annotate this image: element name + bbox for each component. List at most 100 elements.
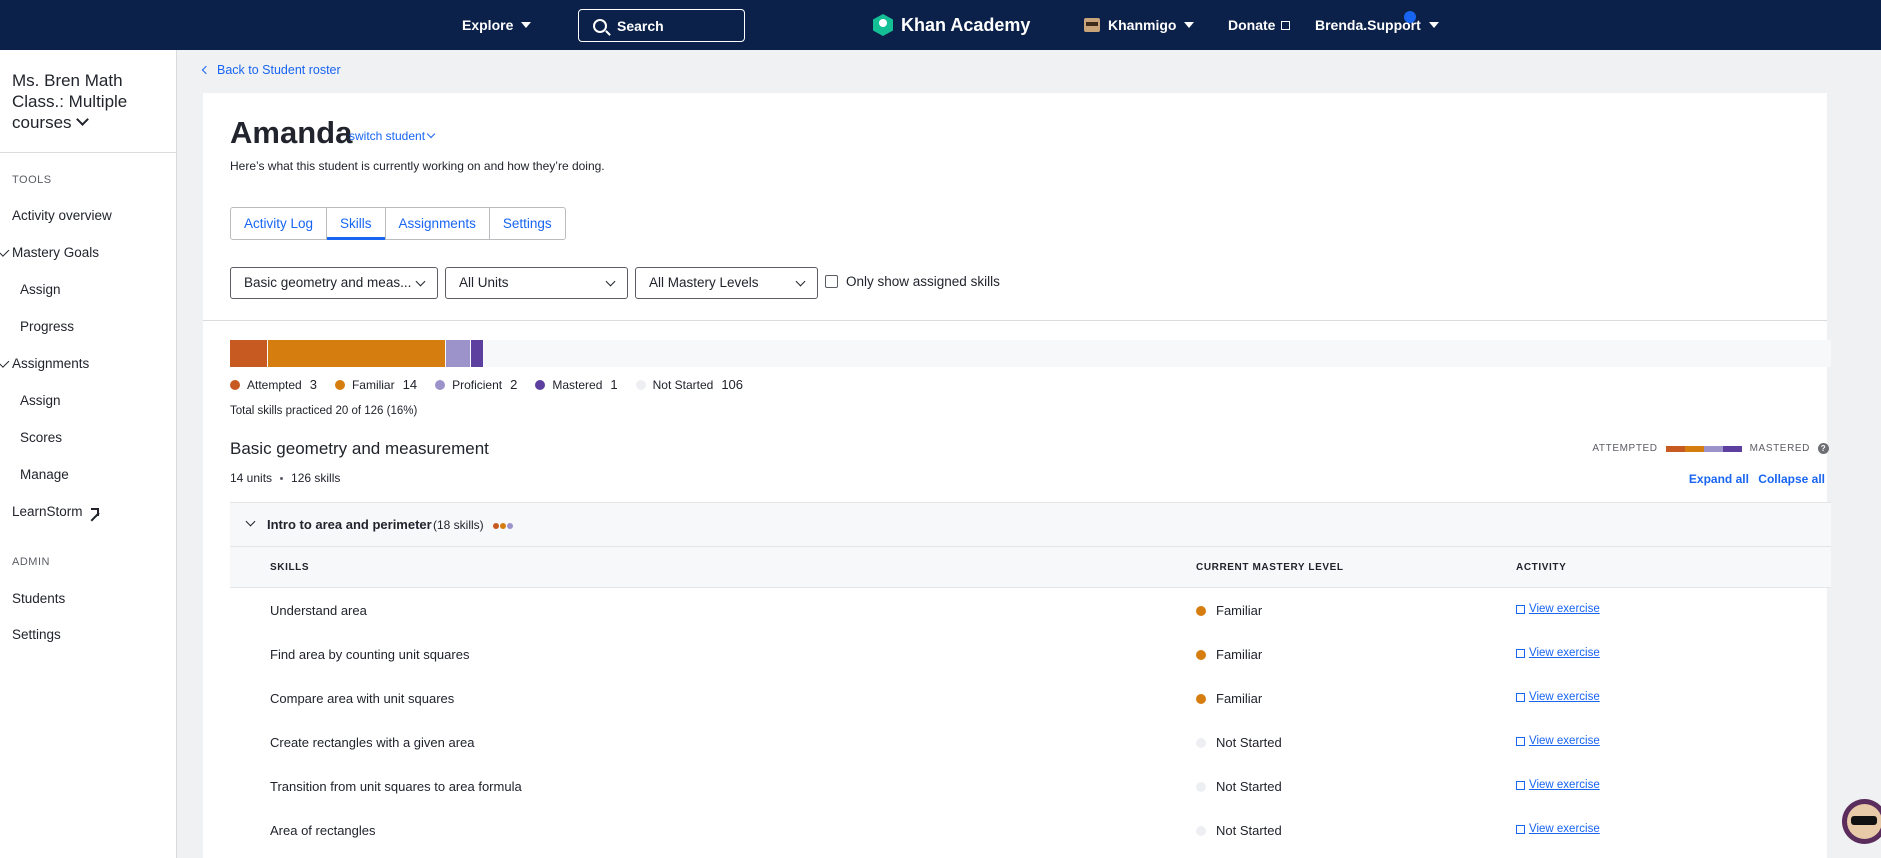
scale-proficient-swatch — [1703, 445, 1723, 452]
units-select[interactable]: All Units — [445, 267, 628, 299]
progress-segment-proficient — [446, 340, 470, 367]
sidebar-divider — [0, 152, 177, 153]
view-exercise-label: View exercise — [1529, 691, 1600, 703]
legend-item-attempted: Attempted 3 — [230, 377, 317, 392]
sidebar-item-mastery-goals[interactable]: Mastery Goals — [12, 245, 99, 260]
check-icon — [0, 246, 10, 257]
skill-name: Find area by counting unit squares — [270, 647, 470, 662]
table-row: Transition from unit squares to area for… — [230, 765, 1831, 809]
donate-link[interactable]: Donate — [1228, 0, 1291, 50]
view-exercise-link[interactable]: View exercise — [1516, 603, 1600, 615]
legend-count: 14 — [402, 377, 418, 392]
mastery-level: Familiar — [1196, 647, 1262, 662]
back-to-roster-link[interactable]: Back to Student roster — [201, 63, 341, 77]
sidebar-item-learnstorm[interactable]: LearnStorm — [12, 504, 99, 519]
sidebar-item-assignments-assign[interactable]: Assign — [20, 393, 61, 408]
unit-header[interactable]: Intro to area and perimeter (18 skills) — [230, 502, 1831, 547]
view-exercise-label: View exercise — [1529, 603, 1600, 615]
help-icon[interactable]: ? — [1818, 443, 1829, 454]
tab-assignments[interactable]: Assignments — [386, 208, 490, 239]
chevron-down-icon — [1184, 22, 1195, 28]
external-link-icon — [1516, 604, 1525, 614]
sidebar-item-assignments[interactable]: Assignments — [12, 356, 89, 371]
check-icon — [0, 357, 10, 368]
course-select[interactable]: Basic geometry and meas... — [230, 267, 438, 299]
logo-text: Khan Academy — [901, 14, 1031, 35]
khanmigo-label: Khanmigo — [1108, 17, 1177, 33]
mastery-level: Not Started — [1196, 823, 1282, 838]
view-exercise-label: View exercise — [1529, 823, 1600, 835]
course-title: Basic geometry and measurement — [230, 439, 489, 458]
top-navigation: Explore Search Khan Academy Khanmigo Don… — [0, 0, 1881, 50]
search-button[interactable]: Search — [578, 9, 745, 42]
mastery-dot — [1196, 825, 1206, 836]
legend-item-not-started: Not Started 106 — [635, 377, 744, 392]
view-exercise-label: View exercise — [1529, 735, 1600, 747]
tab-settings[interactable]: Settings — [490, 208, 565, 239]
khan-academy-logo[interactable]: Khan Academy — [873, 0, 1030, 50]
view-exercise-link[interactable]: View exercise — [1516, 647, 1600, 659]
sidebar-item-scores[interactable]: Scores — [20, 430, 62, 445]
explore-menu[interactable]: Explore — [462, 0, 532, 50]
switch-student-button[interactable]: switch student — [349, 129, 436, 143]
class-switcher[interactable]: Ms. Bren Math Class.: Multiple courses — [12, 70, 162, 133]
chevron-down-icon — [75, 113, 89, 126]
sidebar-item-mastery-progress[interactable]: Progress — [20, 319, 74, 334]
total-skills-practiced: Total skills practiced 20 of 126 (16%) — [230, 405, 418, 417]
unit-skill-count: (18 skills) — [433, 518, 484, 532]
scale-attempted-swatch — [1665, 445, 1685, 452]
mastery-dot — [1196, 781, 1206, 792]
progress-segment-mastered — [471, 340, 483, 367]
table-row: Understand area Familiar View exercise — [230, 589, 1831, 633]
unit-title: Intro to area and perimeter — [267, 517, 432, 532]
assigned-only-checkbox[interactable] — [825, 275, 838, 288]
mastery-dot — [1196, 693, 1206, 704]
sidebar-item-activity-overview[interactable]: Activity overview — [12, 208, 112, 223]
view-exercise-link[interactable]: View exercise — [1516, 823, 1600, 835]
assigned-only-label: Only show assigned skills — [846, 274, 1000, 289]
tab-skills[interactable]: Skills — [327, 208, 386, 240]
tab-activity-log[interactable]: Activity Log — [231, 208, 328, 239]
sidebar-item-manage[interactable]: Manage — [20, 467, 69, 482]
sidebar-item-mastery-assign[interactable]: Assign — [20, 282, 61, 297]
unit-dot-attempted — [493, 523, 499, 529]
units-select-value: All Units — [459, 275, 509, 290]
khanmigo-menu[interactable]: Khanmigo — [1084, 0, 1195, 50]
expand-all-button[interactable]: Expand all — [1689, 472, 1749, 486]
skill-name: Create rectangles with a given area — [270, 735, 475, 750]
view-exercise-link[interactable]: View exercise — [1516, 735, 1600, 747]
external-link-icon — [1516, 824, 1525, 834]
sidebar-item-settings[interactable]: Settings — [12, 627, 61, 642]
switch-student-label: switch student — [349, 129, 426, 143]
student-tabs: Activity Log Skills Assignments Settings — [230, 207, 566, 240]
legend-label: Familiar — [351, 377, 395, 392]
chevron-down-icon — [605, 276, 616, 287]
mastery-legend: Attempted 3 Familiar 14 Proficient 2 Mastered 1… — [230, 377, 761, 392]
unit-dot-proficient — [507, 523, 513, 529]
external-link-icon — [1516, 780, 1525, 790]
legend-item-proficient: Proficient 2 — [435, 377, 517, 392]
legend-count: 106 — [721, 377, 744, 392]
arrow-up-right-icon — [90, 508, 99, 516]
collapse-all-button[interactable]: Collapse all — [1758, 472, 1825, 486]
skill-name: Area of rectangles — [270, 823, 376, 838]
mastery-label: Not Started — [1216, 779, 1282, 794]
course-meta: 14 units 126 skills — [230, 471, 340, 485]
mastery-select[interactable]: All Mastery Levels — [635, 267, 818, 299]
mastery-label: Not Started — [1216, 735, 1282, 750]
mastery-dot — [1196, 649, 1206, 660]
sidebar-item-students[interactable]: Students — [12, 591, 65, 606]
view-exercise-link[interactable]: View exercise — [1516, 779, 1600, 791]
user-menu[interactable]: Brenda.Support — [1315, 0, 1439, 50]
tools-heading: TOOLS — [12, 174, 52, 186]
mastery-level: Familiar — [1196, 603, 1262, 618]
mastery-column-header: CURRENT MASTERY LEVEL — [1196, 562, 1344, 573]
legend-dot — [535, 379, 546, 390]
external-link-icon — [1516, 736, 1525, 746]
khanmigo-chat-button[interactable] — [1842, 799, 1881, 844]
scale-mastered-swatch — [1722, 445, 1742, 452]
view-exercise-link[interactable]: View exercise — [1516, 691, 1600, 703]
donate-label: Donate — [1228, 17, 1276, 33]
assigned-only-filter[interactable]: Only show assigned skills — [825, 274, 1000, 289]
mastery-level: Familiar — [1196, 691, 1262, 706]
